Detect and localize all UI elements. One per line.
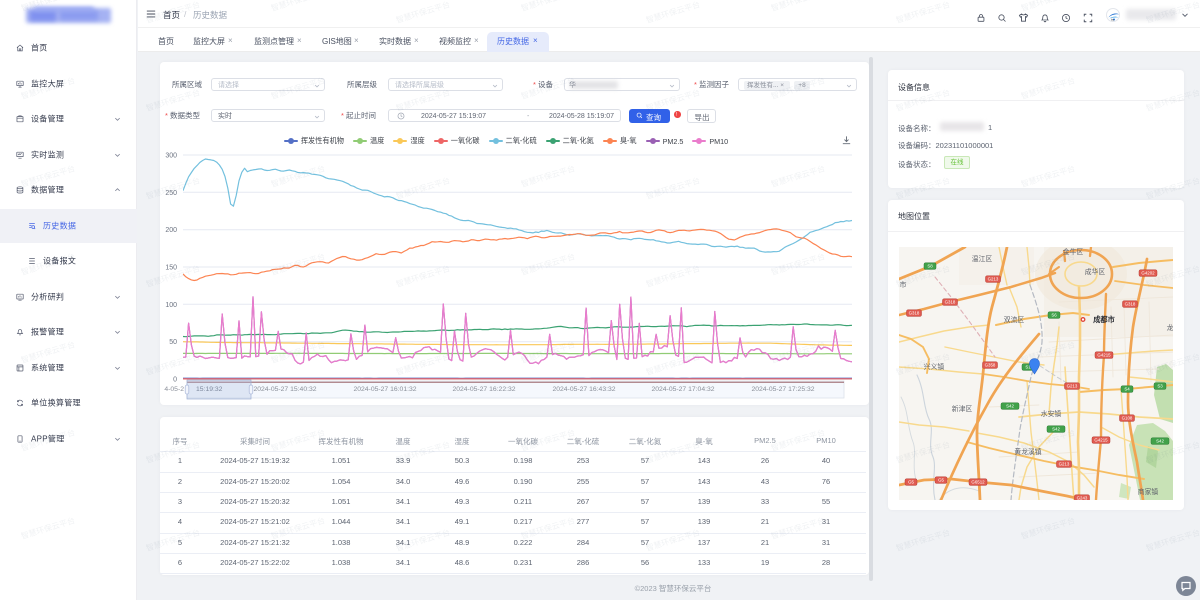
svg-text:2024-05-27 17:04:32: 2024-05-27 17:04:32 [651,386,714,393]
svg-text:新津区: 新津区 [952,404,973,413]
svg-text:G6512: G6512 [971,480,985,485]
svg-text:250: 250 [165,190,177,197]
svg-text:G213: G213 [988,277,999,282]
svg-text:S3: S3 [1157,384,1163,389]
svg-text:300: 300 [165,153,177,160]
svg-text:G5: G5 [908,480,914,485]
svg-text:S42: S42 [1006,404,1014,409]
svg-text:4-05-2: 4-05-2 [164,386,184,393]
svg-text:2024-05-27 16:22:32: 2024-05-27 16:22:32 [452,386,515,393]
svg-text:兴义镇: 兴义镇 [924,362,945,371]
svg-text:150: 150 [165,265,177,272]
svg-text:双流区: 双流区 [1004,315,1025,324]
svg-text:G108: G108 [1122,416,1133,421]
svg-text:bc: bc [1111,18,1115,22]
svg-text:G213: G213 [1067,384,1078,389]
svg-text:G4215: G4215 [1094,438,1108,443]
svg-text:G358: G358 [985,363,996,368]
svg-text:G4202: G4202 [1141,271,1155,276]
svg-text:市: 市 [900,280,907,289]
svg-text:S4: S4 [1124,387,1130,392]
svg-text:2024-05-27 17:25:32: 2024-05-27 17:25:32 [751,386,814,393]
svg-text:G318: G318 [1125,302,1136,307]
svg-text:S42: S42 [1052,427,1060,432]
svg-text:金牛区: 金牛区 [1063,247,1084,256]
svg-text:商家镇: 商家镇 [1138,487,1159,496]
svg-text:S8: S8 [927,264,933,269]
svg-text:50: 50 [169,339,177,346]
svg-text:成华区: 成华区 [1085,267,1106,276]
svg-text:G318: G318 [945,300,956,305]
svg-text:龙: 龙 [1167,323,1173,332]
svg-text:G243: G243 [1077,496,1088,500]
svg-text:200: 200 [165,227,177,234]
svg-text:2024-05-27 15:40:32: 2024-05-27 15:40:32 [253,386,316,393]
svg-text:G213: G213 [1059,462,1070,467]
svg-text:2024-05-27 16:01:32: 2024-05-27 16:01:32 [353,386,416,393]
svg-text:100: 100 [165,302,177,309]
svg-text:G318: G318 [909,311,920,316]
svg-text:S42: S42 [1156,439,1164,444]
svg-text:成都市: 成都市 [1093,315,1115,324]
svg-text:0: 0 [173,377,177,384]
svg-text:G5: G5 [938,478,944,483]
svg-text:S6: S6 [1051,313,1057,318]
svg-text:2024-05-27 16:43:32: 2024-05-27 16:43:32 [552,386,615,393]
svg-text:水安镇: 水安镇 [1041,409,1062,418]
svg-text:温江区: 温江区 [972,254,993,263]
svg-text:黄龙溪镇: 黄龙溪镇 [1014,447,1041,456]
svg-text:G4215: G4215 [1097,353,1111,358]
